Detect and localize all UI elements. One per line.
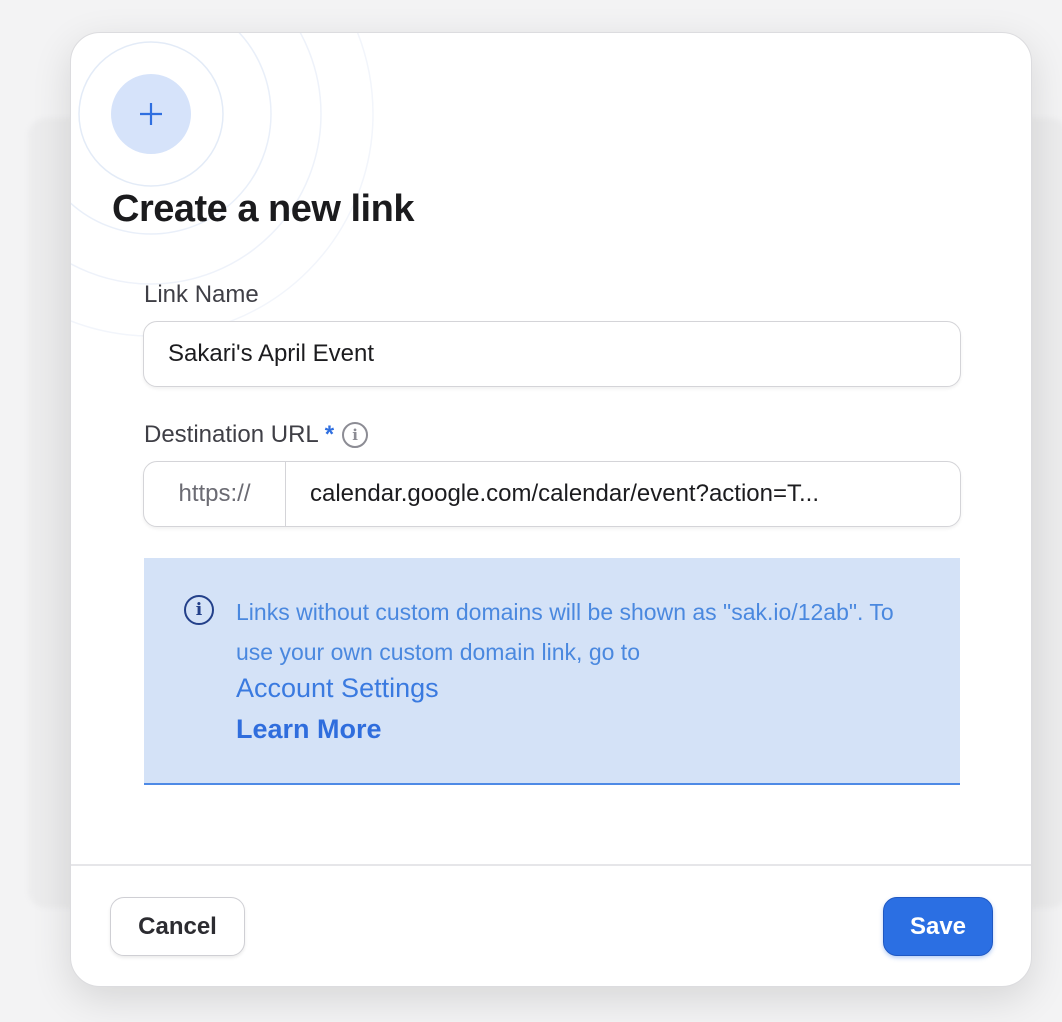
link-name-value: Sakari's April Event — [168, 340, 375, 367]
modal-title: Create a new link — [112, 188, 414, 230]
url-value[interactable]: calendar.google.com/calendar/event?actio… — [286, 462, 960, 526]
cancel-button[interactable]: Cancel — [110, 897, 245, 956]
destination-url-input[interactable]: https:// calendar.google.com/calendar/ev… — [143, 461, 961, 527]
footer-divider — [71, 864, 1031, 866]
info-icon[interactable]: i — [342, 422, 369, 448]
info-icon: i — [184, 595, 214, 625]
required-marker: * — [324, 421, 335, 448]
plus-icon — [140, 103, 162, 125]
custom-domain-notice: i Links without custom domains will be s… — [144, 558, 960, 785]
account-settings-link[interactable]: Account Settings — [236, 673, 439, 704]
link-name-input[interactable]: Sakari's April Event — [143, 321, 961, 387]
save-button[interactable]: Save — [883, 897, 993, 956]
url-prefix: https:// — [144, 462, 286, 526]
destination-url-label-row: Destination URL * i — [144, 421, 369, 449]
create-link-modal: Create a new link Link Name Sakari's Apr… — [70, 32, 1032, 987]
destination-url-label: Destination URL — [144, 421, 319, 448]
notice-text: Links without custom domains will be sho… — [236, 599, 894, 665]
plus-badge — [111, 74, 191, 154]
learn-more-link[interactable]: Learn More — [236, 714, 382, 745]
link-name-label: Link Name — [144, 281, 259, 308]
